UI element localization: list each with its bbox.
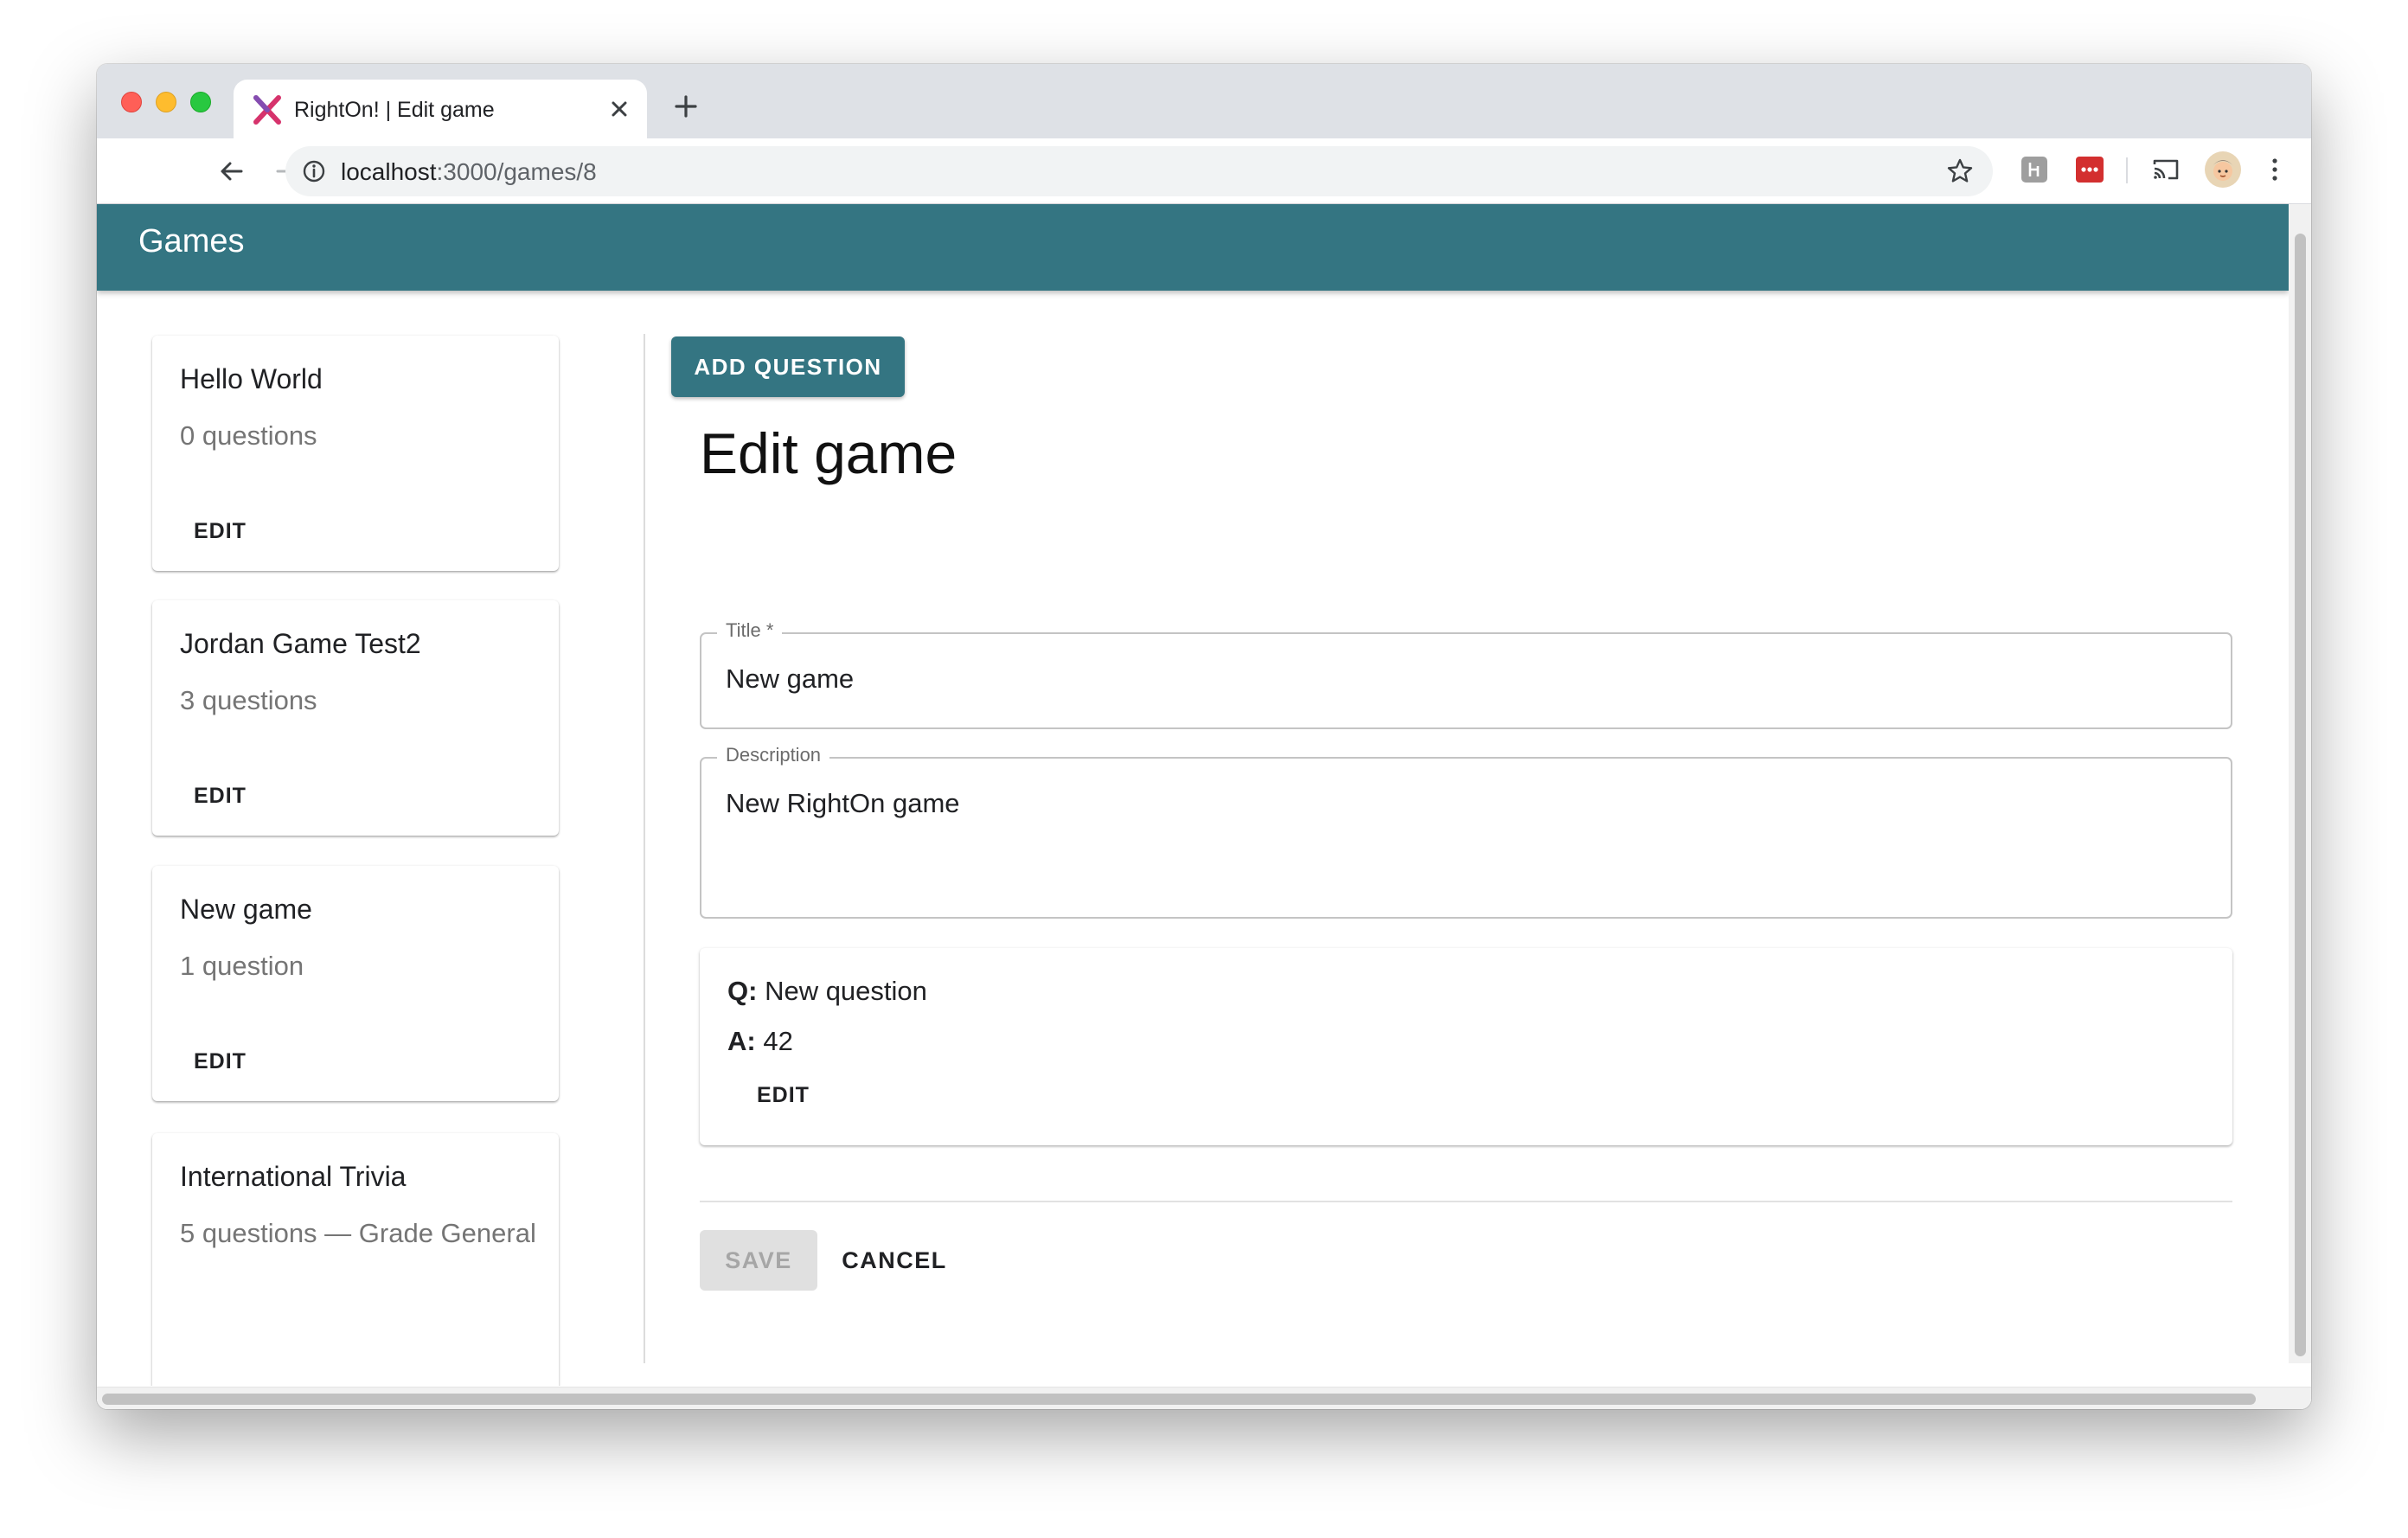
title-field-label: Title * [717,619,783,642]
app-title: Games [138,223,245,260]
new-tab-icon[interactable] [671,92,701,121]
game-title: Hello World [180,363,323,394]
horizontal-scrollbar-thumb[interactable] [102,1394,2256,1405]
close-window-button[interactable] [121,92,142,112]
edit-game-button[interactable]: EDIT [178,1046,262,1078]
add-question-button[interactable]: ADD QUESTION [671,336,905,397]
url-text: localhost:3000/games/8 [341,158,597,186]
game-question-count: 0 questions [180,420,317,451]
title-field[interactable]: Title * New game [700,619,2232,729]
vertical-scrollbar-thumb[interactable] [2295,234,2306,1356]
righton-logo-icon [253,95,281,125]
toolbar-separator [2126,157,2128,183]
edit-question-button[interactable]: EDIT [743,1080,823,1112]
cancel-button[interactable]: CANCEL [827,1230,962,1291]
game-question-count: 1 question [180,951,304,981]
game-title: Jordan Game Test2 [180,628,421,659]
url-host: localhost [341,158,437,185]
game-card: Jordan Game Test2 3 questions EDIT [152,600,559,836]
answer-text: 42 [763,1026,793,1056]
question-prefix: Q: [727,976,758,1006]
maximize-window-button[interactable] [190,92,211,112]
minimize-window-button[interactable] [156,92,176,112]
profile-avatar[interactable] [2204,151,2242,189]
address-bar[interactable]: localhost:3000/games/8 [285,146,1993,196]
description-field[interactable]: Description New RightOn game [700,744,2232,919]
edit-game-panel: ADD QUESTION Edit game Title * New game … [671,291,2280,1363]
game-card: New game 1 question EDIT [152,866,559,1101]
answer-line: A: 42 [727,1026,793,1057]
description-field-value[interactable]: New RightOn game [726,788,960,819]
game-title: International Trivia [180,1161,407,1192]
page-title: Edit game [700,421,957,485]
title-field-value[interactable]: New game [726,663,854,695]
close-tab-icon[interactable] [605,95,633,123]
site-info-icon[interactable] [301,158,327,184]
browser-window: RightOn! | Edit game localhost:3000/game… [97,64,2311,1409]
back-icon[interactable] [216,156,247,187]
question-card: Q: New question A: 42 EDIT [700,948,2232,1145]
app-bar: Games [97,204,2289,291]
edit-game-button[interactable]: EDIT [178,780,262,812]
game-card: International Trivia 5 questions — Grade… [152,1133,559,1386]
extension-icon[interactable] [2019,154,2050,185]
horizontal-scrollbar[interactable] [97,1387,2311,1409]
question-line: Q: New question [727,976,927,1007]
bookmark-star-icon[interactable] [1944,156,1976,187]
form-divider [700,1201,2232,1202]
description-field-label: Description [717,744,830,766]
tab-strip: RightOn! | Edit game [97,64,2311,138]
browser-toolbar: localhost:3000/games/8 [97,138,2311,204]
vertical-scrollbar[interactable] [2289,204,2311,1363]
browser-tab-active[interactable]: RightOn! | Edit game [234,80,647,138]
sidebar-divider [644,334,645,1363]
edit-game-button[interactable]: EDIT [178,516,262,548]
game-question-count: 5 questions — Grade General [180,1218,536,1248]
game-title: New game [180,894,312,925]
question-text: New question [765,976,927,1006]
cast-icon[interactable] [2150,154,2181,185]
more-menu-icon[interactable] [2259,154,2290,185]
game-question-count: 3 questions [180,685,317,715]
page-viewport: Games Hello World 0 questions EDIT Jorda… [97,204,2311,1409]
game-card: Hello World 0 questions EDIT [152,336,559,571]
password-manager-icon[interactable] [2074,154,2105,185]
games-list: Hello World 0 questions EDIT Jordan Game… [97,291,644,1386]
answer-prefix: A: [727,1026,756,1056]
save-button[interactable]: SAVE [700,1230,817,1291]
url-path: :3000/games/8 [436,158,597,185]
tab-title: RightOn! | Edit game [294,98,495,122]
